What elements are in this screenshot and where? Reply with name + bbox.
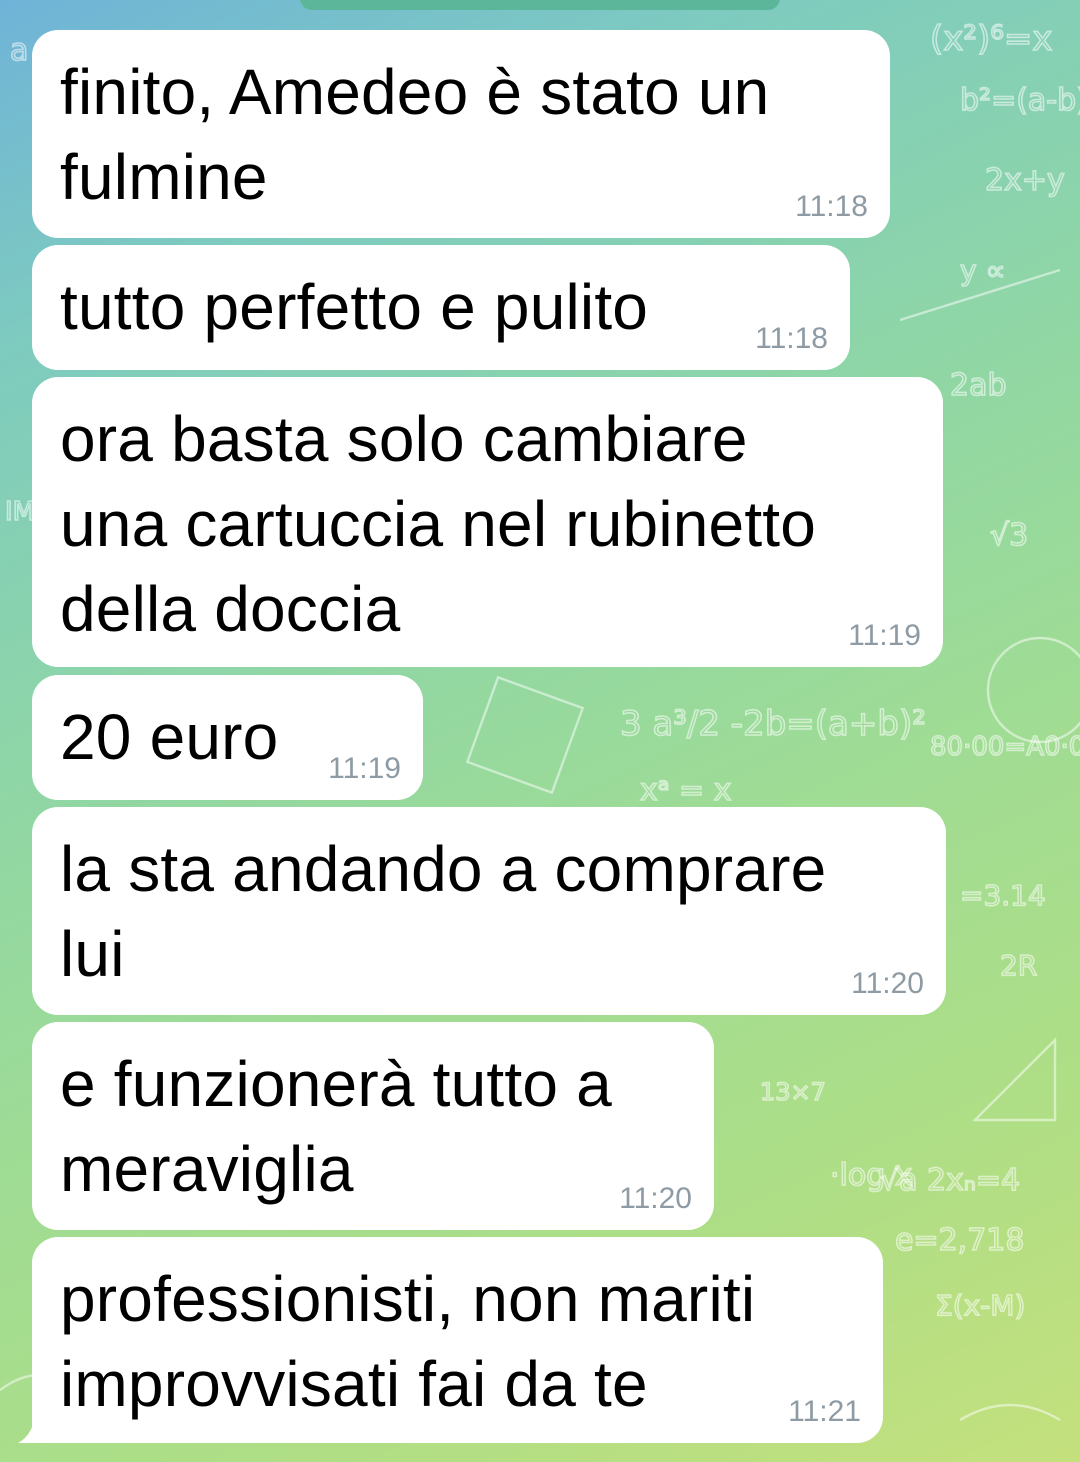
svg-text:e=2,718: e=2,718 xyxy=(895,1223,1024,1258)
svg-text:y ∝: y ∝ xyxy=(960,254,1005,287)
svg-text:=3.14: =3.14 xyxy=(960,879,1046,912)
message-text: finito, Amedeo è stato un fulmine xyxy=(60,56,770,213)
message-timestamp: 11:18 xyxy=(755,322,828,355)
message-timestamp: 11:19 xyxy=(848,619,921,652)
message-timestamp: 11:20 xyxy=(619,1182,692,1215)
svg-text:13×7: 13×7 xyxy=(760,1078,826,1106)
svg-text:IM: IM xyxy=(5,497,35,527)
svg-text:2R: 2R xyxy=(1000,949,1037,982)
message-text: la sta andando a comprare lui xyxy=(60,833,827,990)
svg-text:2ab: 2ab xyxy=(950,368,1007,403)
message-bubble[interactable]: professionisti, non mariti improvvisati … xyxy=(32,1237,883,1443)
message-timestamp: 11:18 xyxy=(795,190,868,223)
svg-text:b²=(a-b): b²=(a-b) xyxy=(960,83,1080,118)
svg-text:(x²)⁶=x: (x²)⁶=x xyxy=(930,19,1053,59)
message-timestamp: 11:19 xyxy=(328,752,401,785)
svg-text:80·00=A0·0: 80·00=A0·0 xyxy=(930,732,1080,762)
svg-text:·log x: ·log x xyxy=(830,1158,913,1193)
svg-text:√3: √3 xyxy=(990,518,1028,553)
message-bubble[interactable]: e funzionerà tutto a meraviglia 11:20 xyxy=(32,1022,714,1230)
message-timestamp: 11:20 xyxy=(851,967,924,1000)
message-text: ora basta solo cambiare una cartuccia ne… xyxy=(60,403,817,645)
message-bubble[interactable]: tutto perfetto e pulito 11:18 xyxy=(32,245,850,370)
svg-text:√a 2xₙ=4: √a 2xₙ=4 xyxy=(880,1163,1020,1198)
message-text: professionisti, non mariti improvvisati … xyxy=(60,1263,756,1420)
pinned-bar-edge xyxy=(300,0,780,10)
svg-text:a: a xyxy=(10,33,28,68)
message-bubble[interactable]: la sta andando a comprare lui 11:20 xyxy=(32,807,946,1015)
message-bubble[interactable]: finito, Amedeo è stato un fulmine 11:18 xyxy=(32,30,890,238)
message-bubble[interactable]: ora basta solo cambiare una cartuccia ne… xyxy=(32,377,943,667)
svg-text:3 a³/2 -2b=(a+b)²: 3 a³/2 -2b=(a+b)² xyxy=(620,704,926,744)
message-timestamp: 11:21 xyxy=(788,1395,861,1428)
message-bubble[interactable]: 20 euro 11:19 xyxy=(32,675,423,800)
svg-text:xᵃ = x: xᵃ = x xyxy=(640,773,731,808)
svg-text:2x+y: 2x+y xyxy=(985,163,1065,198)
svg-text:Σ(x-M): Σ(x-M) xyxy=(935,1289,1025,1322)
message-text: tutto perfetto e pulito xyxy=(60,271,649,343)
message-text: e funzionerà tutto a meraviglia xyxy=(60,1048,612,1205)
